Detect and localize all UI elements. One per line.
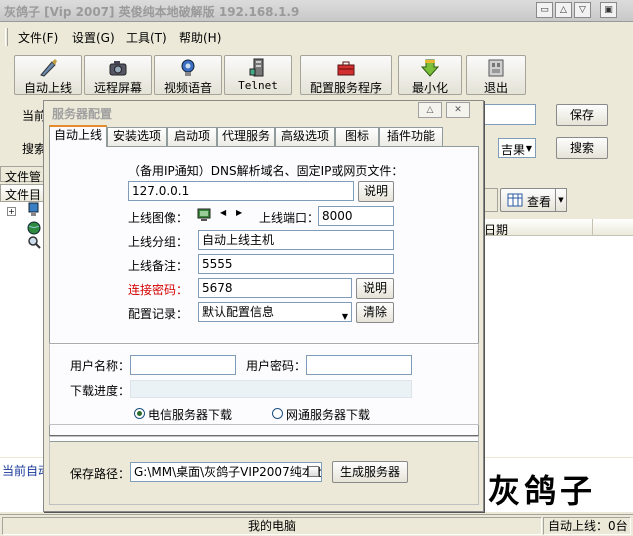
- ip-field[interactable]: 127.0.0.1: [128, 181, 354, 201]
- save-path-group: 保存路径： G:\MM\桌面\灰鸽子VIP2007纯本地 生成服务器: [49, 435, 479, 505]
- tab-icon[interactable]: 图标: [335, 127, 379, 146]
- dialog-close-button[interactable]: ✕: [446, 102, 470, 118]
- tab-auto-online[interactable]: 自动上线: [49, 125, 107, 147]
- search-combo[interactable]: 吉果 ▼: [498, 138, 536, 158]
- minimize-button[interactable]: 最小化: [398, 55, 462, 95]
- save-path-value: G:\MM\桌面\灰鸽子VIP2007纯本地: [134, 465, 322, 479]
- online-port-label: 上线端口：: [259, 211, 320, 225]
- chevron-down-icon: ▼: [525, 144, 532, 153]
- explain2-button[interactable]: 说明: [356, 278, 394, 299]
- userpass-label: 用户密码：: [246, 359, 307, 373]
- image-left-arrow-icon[interactable]: ◀: [220, 208, 226, 217]
- tab-proxy[interactable]: 代理服务: [217, 127, 275, 146]
- config-record-value: 默认配置信息: [202, 305, 275, 319]
- online-image-label: 上线图像：: [128, 211, 189, 225]
- tab-plugins[interactable]: 插件功能: [379, 127, 443, 146]
- webcam-icon: [181, 59, 195, 76]
- menu-help[interactable]: 帮助(H): [179, 29, 221, 46]
- dialog-title: 服务器配置: [52, 107, 113, 121]
- conn-password-field[interactable]: 5678: [198, 278, 352, 298]
- close-window-button[interactable]: ▣: [600, 2, 617, 18]
- config-record-select[interactable]: 默认配置信息 ▼: [198, 302, 352, 322]
- status-bar: 我的电脑 自动上线：0台: [0, 514, 633, 536]
- dns-hint-label: （备用IP通知）DNS解析域名、固定IP或网页文件：: [128, 164, 404, 178]
- file-manager-tab[interactable]: 文件管: [0, 166, 44, 184]
- tab-advanced[interactable]: 高级选项: [275, 127, 335, 146]
- file-tree[interactable]: +: [0, 202, 44, 457]
- pen-icon: [40, 59, 57, 77]
- save-path-label: 保存路径：: [70, 467, 131, 481]
- exit-button[interactable]: 退出: [466, 55, 526, 95]
- conn-password-label: 连接密码：: [128, 283, 189, 297]
- dialog-collapse-button[interactable]: △: [418, 102, 442, 118]
- config-record-label: 配置记录：: [128, 307, 189, 321]
- telecom-download-label[interactable]: 电信服务器下载: [148, 406, 232, 423]
- minimize-window-button[interactable]: ▭: [536, 2, 553, 18]
- menu-file[interactable]: 文件(F): [18, 29, 58, 46]
- dialog-title-bar[interactable]: 服务器配置 △ ✕: [44, 101, 483, 123]
- auto-online-button[interactable]: 自动上线: [14, 55, 82, 95]
- restore-window-button[interactable]: △: [555, 2, 572, 18]
- save-path-field[interactable]: G:\MM\桌面\灰鸽子VIP2007纯本地: [130, 462, 322, 482]
- server-config-dialog: 服务器配置 △ ✕ 自动上线 安装选项 启动项 代理服务 高级选项 图标 插件功…: [43, 100, 484, 512]
- image-right-arrow-icon[interactable]: ▶: [236, 208, 242, 217]
- grid-view-icon: [507, 193, 523, 207]
- logo-text: 灰鸽子: [488, 472, 597, 510]
- explain-button[interactable]: 说明: [358, 181, 394, 202]
- search-icon: [28, 236, 41, 249]
- generate-server-button[interactable]: 生成服务器: [332, 461, 408, 483]
- menu-bar: 文件(F) 设置(G) 工具(T) 帮助(H): [0, 26, 633, 48]
- username-field[interactable]: [130, 355, 236, 375]
- video-voice-button[interactable]: 视频语音: [154, 55, 222, 95]
- menu-tools[interactable]: 工具(T): [126, 29, 167, 46]
- terminal-icon: [249, 58, 264, 77]
- tab-startup[interactable]: 启动项: [167, 127, 217, 146]
- download-group: 用户名称： 用户密码： 下载进度： 电信服务器下载 网通服务器下载: [49, 343, 479, 425]
- config-server-button[interactable]: 配置服务程序: [300, 55, 392, 95]
- main-title-bar: 灰鸽子 [Vip 2007] 英俊纯本地破解版 192.168.1.9 ▭ △ …: [0, 0, 633, 22]
- download-progress-bar: [130, 380, 412, 398]
- userpass-field[interactable]: [306, 355, 412, 375]
- netcom-download-label[interactable]: 网通服务器下载: [286, 406, 370, 423]
- view-dropdown-button[interactable]: ▼: [555, 188, 567, 212]
- view-grip: [484, 188, 498, 212]
- online-port-field[interactable]: 8000: [318, 206, 394, 226]
- file-dir-header: 文件目: [0, 184, 44, 202]
- main-save-button[interactable]: 保存: [556, 104, 608, 126]
- toolbox-icon: [337, 61, 355, 76]
- online-group-field[interactable]: 自动上线主机: [198, 230, 394, 250]
- monitor-icon[interactable]: [196, 207, 212, 223]
- browse-icon[interactable]: [308, 466, 319, 477]
- remote-screen-button[interactable]: 远程屏幕: [84, 55, 152, 95]
- camera-icon: [109, 61, 127, 76]
- tab-install-options[interactable]: 安装选项: [107, 127, 167, 146]
- expand-icon[interactable]: +: [7, 207, 16, 216]
- down-arrow-icon: [420, 59, 440, 77]
- telecom-download-radio[interactable]: [134, 408, 145, 419]
- main-search-button[interactable]: 搜索: [556, 137, 608, 159]
- menu-grip: [5, 28, 8, 46]
- chevron-down-icon: ▼: [341, 312, 348, 321]
- exit-door-icon: [488, 59, 504, 77]
- netcom-download-radio[interactable]: [272, 408, 283, 419]
- computer-icon: [28, 202, 39, 216]
- status-auto-online: 自动上线：0台: [543, 517, 631, 535]
- host-list[interactable]: [484, 236, 633, 457]
- background-input[interactable]: [484, 104, 536, 125]
- list-header: 日期: [484, 219, 633, 237]
- menu-settings[interactable]: 设置(G): [72, 29, 115, 46]
- help-window-button[interactable]: ▽: [574, 2, 591, 18]
- telnet-button[interactable]: Telnet: [224, 55, 292, 95]
- username-label: 用户名称：: [70, 359, 131, 373]
- window-title: 灰鸽子 [Vip 2007] 英俊纯本地破解版 192.168.1.9: [4, 5, 300, 19]
- logo-banner: 灰鸽子: [484, 458, 633, 512]
- online-note-field[interactable]: 5555: [198, 254, 394, 274]
- clear-button[interactable]: 清除: [356, 302, 394, 323]
- status-computer: 我的电脑: [2, 517, 542, 535]
- current-auto-panel: 当前自动: [0, 458, 50, 512]
- online-note-label: 上线备注：: [128, 259, 189, 273]
- online-group-label: 上线分组：: [128, 235, 189, 249]
- download-progress-label: 下载进度：: [70, 384, 131, 398]
- column-separator[interactable]: [592, 219, 593, 236]
